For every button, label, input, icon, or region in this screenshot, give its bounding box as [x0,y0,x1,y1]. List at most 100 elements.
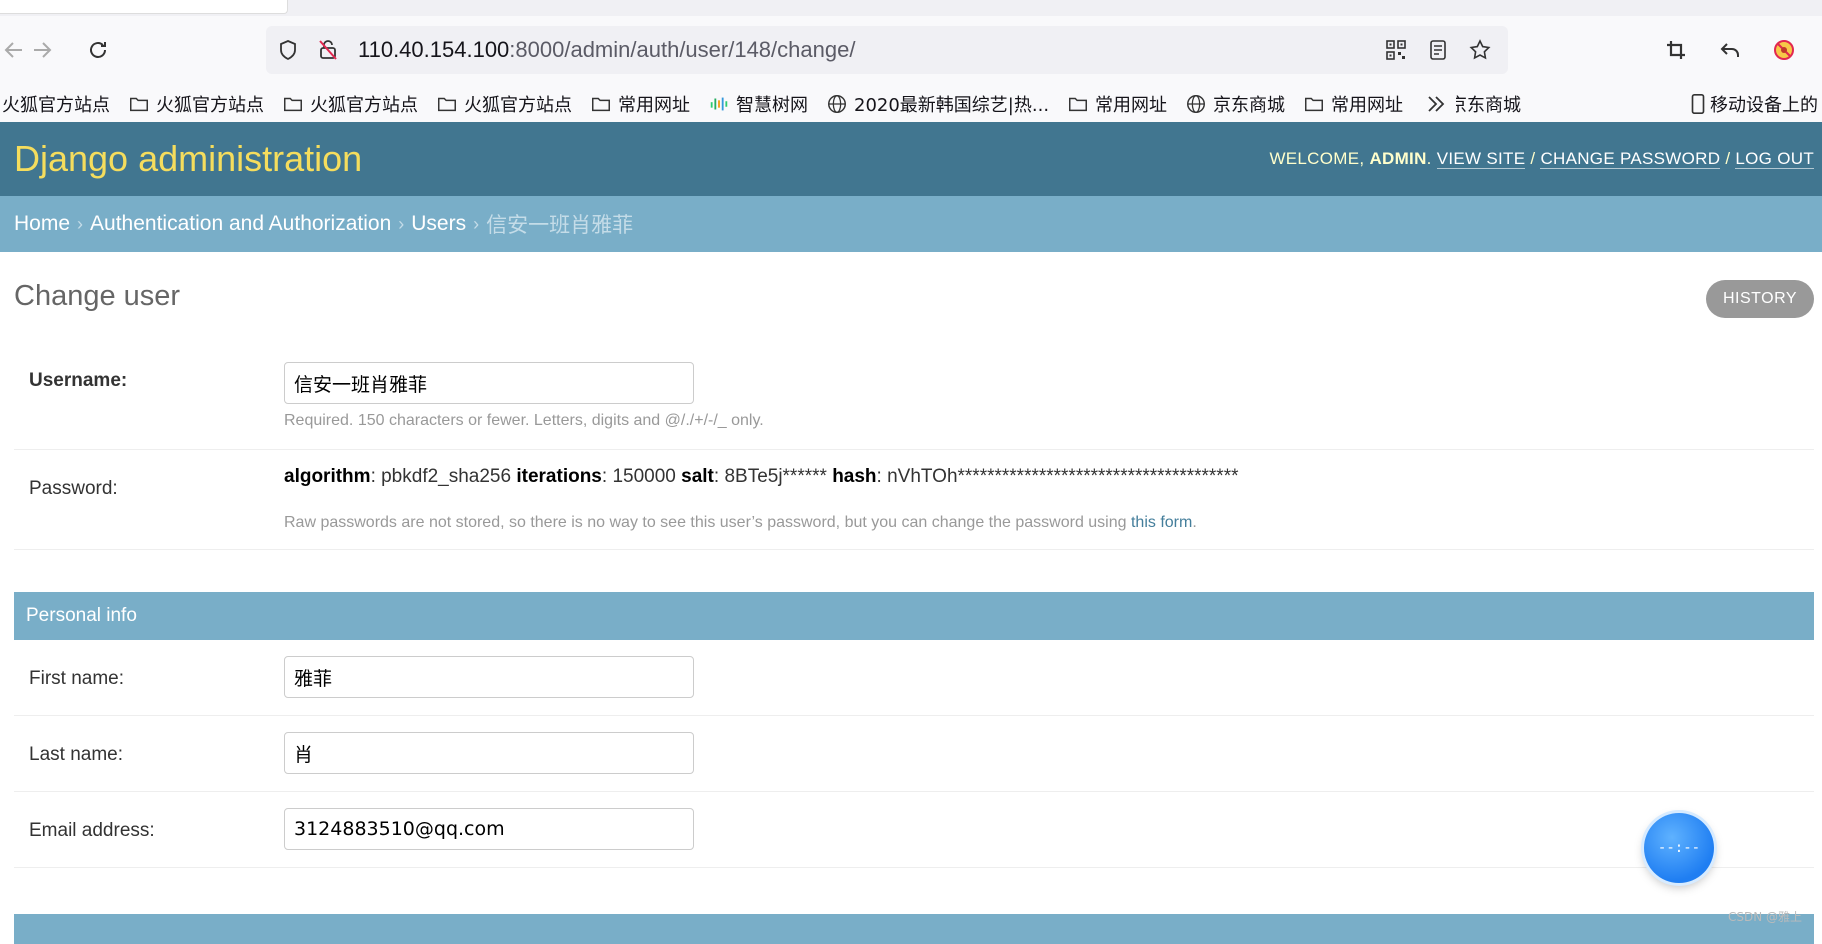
reload-button[interactable] [78,30,118,70]
salt-value: : 8BTe5j****** [713,466,833,487]
separator: / [1525,149,1541,168]
bookmark-item[interactable]: 智慧树网 [708,89,808,119]
hash-value: : nVhTOh********************************… [876,466,1239,487]
tab-strip [0,0,1822,16]
breadcrumb-home[interactable]: Home [14,212,70,236]
crop-icon [1667,41,1685,59]
first-name-row: First name: [14,640,1814,716]
salt-key: salt [681,466,714,487]
blocked-extension-icon [1774,40,1794,60]
breadcrumb-separator: › [398,213,405,234]
url-text[interactable]: 110.40.154.100:8000/admin/auth/user/148/… [358,37,855,63]
password-label: Password: [29,478,118,499]
bookmark-folder[interactable]: 火狐官方站点 [282,89,418,119]
email-input[interactable] [284,808,694,850]
password-help-prefix: Raw passwords are not stored, so there i… [284,514,1131,531]
history-button[interactable]: HISTORY [1706,280,1814,318]
breadcrumb-users[interactable]: Users [411,212,466,236]
reader-view-icon[interactable] [1420,26,1456,74]
site-branding[interactable]: Django administration [14,138,362,180]
folder-icon [592,97,610,112]
undo-button[interactable] [1710,30,1750,70]
breadcrumb: Home › Authentication and Authorization … [0,196,1822,252]
bookmark-label: 2020最新韩国综艺|热... [854,95,1050,116]
last-name-row: Last name: [14,716,1814,792]
undo-arrow-icon [1720,43,1739,57]
qr-code-icon[interactable] [1378,26,1414,74]
bookmark-item[interactable]: 2020最新韩国综艺|热... [826,89,1049,119]
reload-icon [90,42,106,58]
bookmark-label: 智慧树网 [736,95,808,116]
forward-arrow-icon [34,42,52,58]
last-name-input[interactable] [284,732,694,774]
folder-icon [284,97,302,112]
breadcrumb-current: 信安一班肖雅菲 [486,214,634,237]
change-password-form-link[interactable]: this form [1131,514,1192,531]
bookmark-label: 火狐官方站点 [310,95,418,116]
globe-icon [1187,95,1206,113]
breadcrumb-app[interactable]: Authentication and Authorization [90,212,391,236]
bookmark-folder[interactable]: 常用网址 [1067,89,1167,119]
zhihuishu-icon [710,97,728,111]
bookmark-label: 火狐官方站点 [156,95,264,116]
password-hash-summary: algorithm: pbkdf2_sha256 iterations: 150… [284,466,1239,488]
bookmark-item[interactable]: 京东商城 [1185,89,1285,119]
extension-button[interactable] [1764,30,1804,70]
algorithm-value: : pbkdf2_sha256 [370,466,517,487]
bookmark-label: 火狐官方站点 [2,95,110,116]
bookmark-label: 常用网址 [1331,95,1404,116]
bookmark-folder[interactable]: 火狐官方站点 [436,89,572,119]
welcome-text: WELCOME, [1269,149,1370,168]
current-user: ADMIN [1369,149,1427,168]
separator: / [1720,149,1736,168]
bookmark-label: 京东商城 [1213,95,1286,116]
email-label: Email address: [29,820,155,841]
bookmark-folder[interactable]: 常用网址 [1303,89,1403,119]
bookmark-folder[interactable]: 火狐官方站点 [128,89,264,119]
folder-icon [130,97,148,112]
navigation-toolbar: 110.40.154.100:8000/admin/auth/user/148/… [0,16,1822,86]
username-label: Username: [29,370,128,391]
last-name-label: Last name: [29,744,123,765]
admin-header: Django administration WELCOME, ADMIN. VI… [0,122,1822,196]
bookmark-folder[interactable]: 常用网址 [590,89,690,119]
bookmark-label: 常用网址 [1095,95,1168,116]
globe-icon [828,95,846,113]
bookmark-item[interactable]: 火狐官方站点 [2,89,110,119]
password-help-suffix: . [1192,514,1197,531]
personal-info-heading: Personal info [14,592,1814,640]
view-site-link[interactable]: VIEW SITE [1436,149,1526,169]
bookmark-label: 京东商城 [1449,95,1522,116]
password-row: Password: algorithm: pbkdf2_sha256 itera… [14,450,1814,550]
change-password-link[interactable]: CHANGE PASSWORD [1540,149,1721,169]
log-out-link[interactable]: LOG OUT [1735,149,1814,169]
bookmarks-overflow-button[interactable] [1416,86,1456,122]
address-bar[interactable]: 110.40.154.100:8000/admin/auth/user/148/… [266,26,1508,74]
main-content: Change user HISTORY Username: Required. … [14,252,1814,944]
iterations-value: : 150000 [601,466,682,487]
email-row: Email address: [14,792,1814,868]
bookmarks-toolbar: 火狐官方站点 火狐官方站点 火狐官方站点 火狐官方站点 常用网址 智慧树网 20… [0,86,1822,122]
algorithm-key: algorithm [284,466,371,487]
folder-icon [1305,97,1324,112]
chevron-double-right-icon [1428,96,1445,112]
mobile-bookmarks-label: 移动设备上的 [1710,95,1818,116]
first-name-input[interactable] [284,656,694,698]
mobile-bookmarks[interactable]: 移动设备上的 [1688,86,1822,122]
forward-button[interactable] [22,30,62,70]
floating-timer-widget[interactable]: --:-- [1644,813,1714,883]
username-help-text: Required. 150 characters or fewer. Lette… [284,412,764,429]
bookmark-star-icon[interactable] [1462,26,1498,74]
screenshot-crop-button[interactable] [1656,30,1696,70]
next-fieldset-heading [14,914,1814,944]
hash-key: hash [832,466,877,487]
iterations-key: iterations [516,466,602,487]
first-name-label: First name: [29,668,125,689]
tracking-shield-icon[interactable] [268,26,308,74]
active-tab[interactable] [0,0,288,14]
page-title: Change user [14,280,181,312]
username-input[interactable] [284,362,694,404]
bookmark-label: 火狐官方站点 [464,95,572,116]
password-help-text: Raw passwords are not stored, so there i… [284,514,1197,532]
insecure-lock-icon[interactable] [308,26,348,74]
